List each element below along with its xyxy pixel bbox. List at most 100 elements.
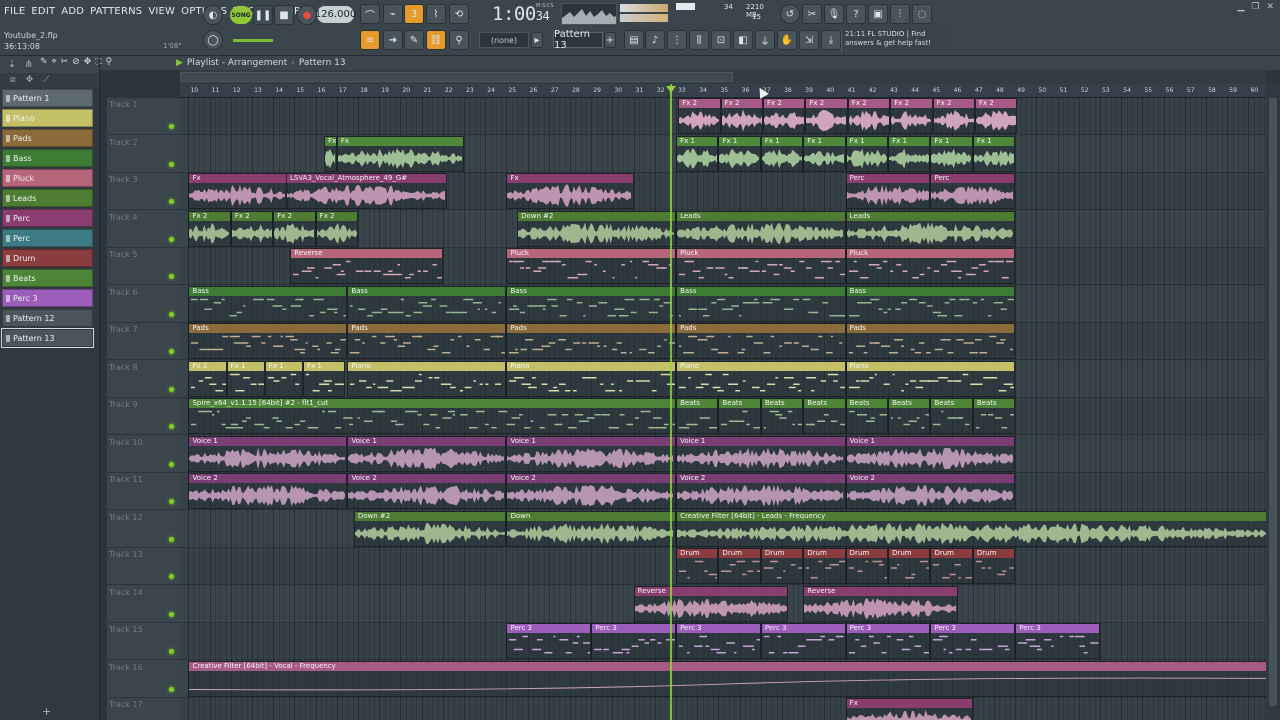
- track-mute-led-icon[interactable]: [169, 349, 174, 354]
- track-mute-led-icon[interactable]: [169, 124, 174, 129]
- mixer-view-icon[interactable]: ⫼: [689, 30, 709, 50]
- playlist-clip[interactable]: Perc 3: [506, 623, 592, 659]
- playlist-clip[interactable]: Bass: [347, 285, 507, 322]
- playlist-clip[interactable]: Bass: [188, 285, 348, 322]
- playlist-clip[interactable]: Beats: [845, 398, 889, 434]
- playlist-clip[interactable]: Voice 1: [506, 435, 677, 472]
- plug-icon[interactable]: ⏚: [755, 30, 775, 50]
- playlist-clip[interactable]: Fx 1: [845, 135, 889, 172]
- playlist-clip[interactable]: Voice 2: [676, 473, 846, 509]
- track-mute-led-icon[interactable]: [169, 386, 174, 392]
- pattern-item[interactable]: Pattern 12: [2, 309, 93, 327]
- track-mute-led-icon[interactable]: [169, 311, 174, 317]
- playlist-clip[interactable]: Fx 1: [972, 135, 1016, 172]
- playlist-icon[interactable]: ▤: [624, 30, 644, 50]
- link-icon[interactable]: ⛓: [426, 30, 446, 50]
- playlist-clip[interactable]: Down #2: [517, 210, 677, 247]
- pattern-item[interactable]: Pads: [2, 129, 93, 147]
- playlist-clip[interactable]: Perc 3: [591, 623, 677, 659]
- playlist-clip[interactable]: Pads: [188, 323, 348, 359]
- track-mute-led-icon[interactable]: [169, 574, 174, 579]
- playlist-clip[interactable]: Voice 2: [506, 473, 677, 509]
- snap-selector[interactable]: (none): [479, 32, 529, 48]
- playlist-clip[interactable]: Beats: [930, 398, 973, 434]
- playlist-clip[interactable]: Fx: [336, 135, 465, 172]
- pattern-item[interactable]: Perc: [2, 209, 93, 227]
- playlist-pattern[interactable]: Pattern 13: [299, 58, 346, 68]
- playlist-clip[interactable]: Leads: [845, 210, 1016, 247]
- playlist-clip[interactable]: Drum: [888, 548, 931, 584]
- playlist-clip[interactable]: Fx 1: [718, 135, 761, 172]
- pattern-item[interactable]: Perc: [2, 229, 93, 247]
- playlist-clip[interactable]: Reverse: [803, 585, 959, 622]
- playlist-clip[interactable]: Perc 3: [930, 623, 1016, 659]
- channel-rack-icon[interactable]: ⋮: [667, 30, 687, 50]
- playlist-clip[interactable]: Beats: [676, 398, 719, 434]
- playlist-clip[interactable]: Voice 2: [347, 473, 507, 509]
- track-header[interactable]: Track 8: [107, 360, 180, 398]
- playlist-clip[interactable]: Fx 1: [676, 135, 719, 172]
- pattern-selector[interactable]: Pattern 13: [553, 29, 603, 51]
- move-icon[interactable]: ✥: [26, 75, 34, 85]
- track-header[interactable]: Track 4: [107, 210, 180, 248]
- track-header[interactable]: Track 16: [107, 660, 180, 698]
- track-mute-led-icon[interactable]: [169, 536, 174, 542]
- master-volume-knob-icon[interactable]: ◯: [203, 30, 223, 50]
- pause-button[interactable]: ❚❚: [253, 5, 273, 25]
- render-icon[interactable]: ⇲: [799, 30, 819, 50]
- undo-icon[interactable]: ↺: [780, 4, 800, 24]
- menu-edit[interactable]: EDIT: [31, 6, 55, 17]
- pattern-item[interactable]: Drum: [2, 249, 93, 267]
- playlist-clip[interactable]: Drum: [972, 548, 1016, 584]
- playlist-clip[interactable]: Fx 1: [803, 135, 846, 172]
- playlist-clip[interactable]: Fx 2: [720, 98, 763, 134]
- track-header[interactable]: Track 6: [107, 285, 180, 323]
- draw-icon[interactable]: ⟋: [43, 75, 49, 85]
- playlist-clip[interactable]: Creative Filter [64bit] - Leads - Freque…: [676, 510, 1266, 547]
- playlist-clip[interactable]: Pluck: [676, 248, 846, 284]
- track-mute-led-icon[interactable]: [169, 274, 174, 279]
- piano-roll-icon[interactable]: ♪: [645, 30, 665, 50]
- track-mute-led-icon[interactable]: [169, 161, 174, 167]
- playlist-clip[interactable]: Perc 3: [1015, 623, 1101, 659]
- menu-file[interactable]: FILE: [4, 6, 25, 17]
- stop-button[interactable]: ■: [274, 5, 294, 25]
- pattern-item[interactable]: Perc 3: [2, 289, 93, 307]
- magnet-icon[interactable]: ⋔: [24, 59, 32, 70]
- playlist-clip[interactable]: Reverse: [290, 248, 443, 284]
- track-header[interactable]: Track 12: [107, 510, 180, 548]
- playlist-clip[interactable]: Perc: [930, 173, 1016, 209]
- playlist-clip[interactable]: Fx 2: [975, 98, 1018, 134]
- track-header[interactable]: Track 3: [107, 173, 180, 210]
- playlist-clip[interactable]: Bass: [845, 285, 1016, 322]
- playlist-clip[interactable]: Voice 1: [347, 435, 507, 472]
- playhead[interactable]: [670, 84, 672, 720]
- playlist-clip[interactable]: Fx 2: [273, 210, 316, 247]
- playlist-clip[interactable]: Drum: [930, 548, 973, 584]
- playlist-clip[interactable]: Perc 3: [760, 623, 846, 659]
- playlist-clip[interactable]: Perc 3: [845, 623, 931, 659]
- playlist-clip[interactable]: Drum: [803, 548, 846, 584]
- restore-icon[interactable]: ❐: [1251, 2, 1259, 12]
- playlist-clip[interactable]: Voice 1: [676, 435, 846, 472]
- track-mute-led-icon[interactable]: [169, 424, 174, 429]
- time-ruler[interactable]: 10 11 12 13 14 15 16 17 18 19 20 21 22 23 24 25 26 27 28 29…: [180, 84, 1266, 98]
- close-icon[interactable]: ✕: [1266, 2, 1274, 12]
- menu-view[interactable]: VIEW: [148, 6, 175, 17]
- arrow-icon[interactable]: ➜: [383, 30, 403, 50]
- stamp-icon[interactable]: ⚲: [449, 30, 469, 50]
- track-header[interactable]: Track 10: [107, 435, 180, 473]
- snap-playlist-icon[interactable]: ≡: [360, 30, 380, 50]
- playlist-clip[interactable]: Drum: [676, 548, 719, 584]
- track-header[interactable]: Track 13: [107, 548, 180, 585]
- track-header[interactable]: Track 9: [107, 398, 180, 435]
- playlist-clip[interactable]: Fx 2: [188, 210, 231, 247]
- playlist-clip[interactable]: Fx 2: [805, 98, 848, 134]
- mic-icon[interactable]: 🎙: [824, 4, 844, 24]
- record-mode-icon[interactable]: ◐: [203, 5, 223, 25]
- playhead-marker[interactable]: [666, 86, 676, 93]
- metronome-icon[interactable]: ⌒: [360, 4, 380, 24]
- track-header[interactable]: Track 7: [107, 323, 180, 360]
- download-icon[interactable]: ⤓: [821, 30, 841, 50]
- track-mute-led-icon[interactable]: [169, 649, 174, 654]
